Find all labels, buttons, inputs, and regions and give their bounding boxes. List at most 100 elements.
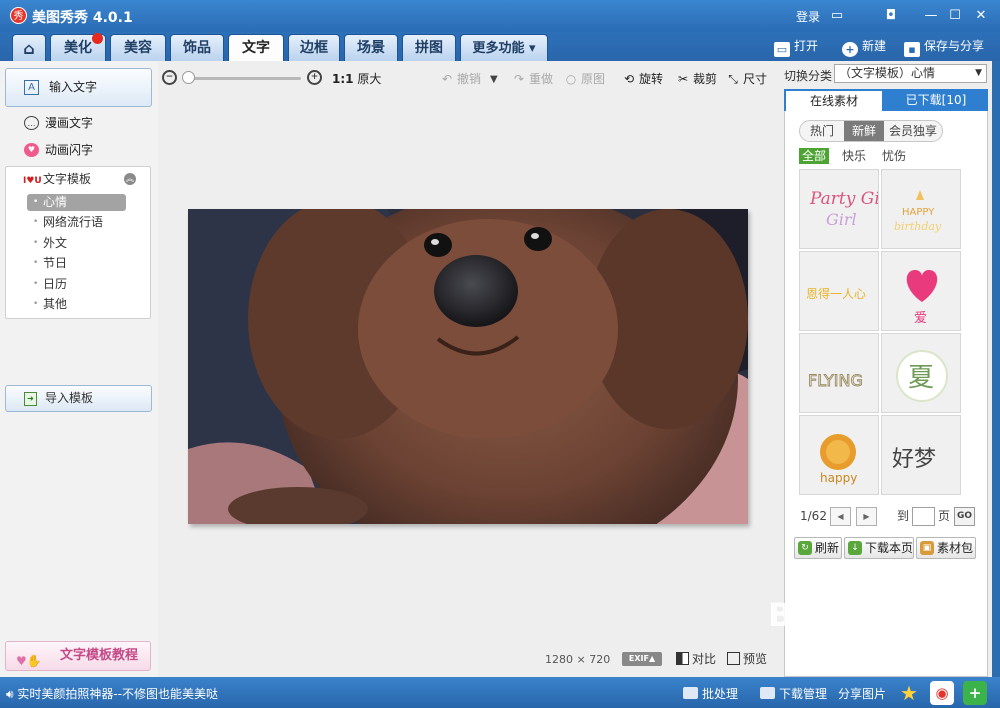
exif-button[interactable]: EXIF▲: [622, 652, 662, 666]
thumb-sweet-dreams[interactable]: 好梦: [881, 415, 961, 495]
watermark-brand: Bai du 经验: [768, 596, 966, 634]
compare-button[interactable]: 对比: [676, 651, 716, 668]
tab-more-features[interactable]: 更多功能 ▾: [460, 34, 548, 61]
input-text-button[interactable]: A 输入文字: [5, 68, 152, 107]
download-manager-button[interactable]: 下载管理: [760, 685, 827, 702]
photo-canvas[interactable]: [188, 209, 748, 524]
thumb-summer[interactable]: 夏: [881, 333, 961, 413]
animated-text-item[interactable]: ♥ 动画闪字: [24, 141, 93, 159]
go-button[interactable]: GO: [954, 507, 975, 526]
tab-online-materials[interactable]: 在线素材: [786, 91, 882, 111]
page-number-input[interactable]: [912, 507, 935, 526]
batch-process-button[interactable]: 批处理: [683, 685, 738, 702]
plus-icon: +: [842, 42, 858, 57]
resize-icon: ⤡: [728, 72, 738, 86]
template-item-internet-slang[interactable]: 网络流行语: [27, 214, 126, 231]
login-link[interactable]: 登录: [796, 8, 820, 25]
tab-home[interactable]: ⌂: [12, 34, 46, 61]
minimize-icon[interactable]: —: [920, 6, 942, 26]
tab-collage[interactable]: 拼图: [402, 34, 456, 61]
zoom-slider-handle[interactable]: [182, 71, 195, 84]
segment-members[interactable]: 会员独享: [884, 121, 942, 141]
zoom-slider[interactable]: [185, 77, 301, 80]
new-button[interactable]: + 新建: [842, 37, 886, 57]
redo-icon: ↷: [513, 72, 525, 86]
category-dropdown[interactable]: （文字模板）心情 ▼: [834, 64, 987, 83]
love-heart-art: 爱: [906, 270, 938, 326]
import-template-button[interactable]: ➜ 导入模板: [5, 385, 152, 412]
preview-button[interactable]: 预览: [727, 651, 767, 668]
tab-frame[interactable]: 边框: [288, 34, 340, 61]
segment-hot[interactable]: 热门: [800, 121, 844, 141]
comic-text-item[interactable]: … 漫画文字: [24, 114, 93, 132]
maximize-icon[interactable]: ☐: [944, 6, 966, 26]
download-page-button[interactable]: ↓ 下载本页: [844, 537, 914, 559]
download-icon: ↓: [848, 541, 862, 555]
tab-label: 美化: [64, 40, 92, 56]
tab-scene[interactable]: 场景: [344, 34, 398, 61]
rotate-icon: ⟲: [623, 72, 635, 86]
tab-beautify[interactable]: 美化: [50, 33, 106, 61]
zoom-out-icon[interactable]: −: [162, 70, 177, 85]
filter-happy[interactable]: 快乐: [842, 148, 866, 164]
template-item-holiday[interactable]: 节日: [27, 255, 126, 272]
thumb-one-heart[interactable]: 恩得一人心: [799, 251, 879, 331]
thumb-party-girl[interactable]: Party Girl Girl: [799, 169, 879, 249]
thumb-flying[interactable]: FLYING: [799, 333, 879, 413]
home-icon: ⌂: [23, 39, 35, 58]
open-button[interactable]: ▭ 打开: [774, 37, 818, 57]
template-item-calendar[interactable]: 日历: [27, 276, 126, 293]
thumb-happy-birthday[interactable]: HAPPY birthday: [881, 169, 961, 249]
zoom-in-icon[interactable]: +: [307, 70, 322, 85]
weibo-icon[interactable]: ◉: [930, 681, 954, 705]
resize-label: 尺寸: [743, 72, 768, 86]
app-logo-icon: 秀: [10, 7, 27, 24]
add-plus-icon[interactable]: +: [963, 681, 987, 705]
main-area: A 输入文字 … 漫画文字 ♥ 动画闪字 I♥U文字模板 ︽ 心情 网络流行语 …: [0, 61, 1000, 696]
template-item-foreign[interactable]: 外文: [27, 235, 126, 252]
undo-history-dropdown[interactable]: ▼: [490, 71, 498, 88]
share-picture-button[interactable]: 分享图片: [838, 685, 886, 702]
promo-message[interactable]: 🔊︎ 实时美颜拍照神器--不修图也能美美哒: [6, 685, 218, 702]
next-page-button[interactable]: ▶: [856, 507, 877, 526]
segment-new[interactable]: 新鲜: [844, 121, 884, 141]
text-template-tutorial-button[interactable]: ♥✋♥ 文字模板教程: [5, 641, 151, 696]
skin-icon[interactable]: ◘: [880, 6, 902, 26]
download-manager-icon: [760, 687, 775, 699]
prev-page-button[interactable]: ◀: [830, 507, 851, 526]
resize-button[interactable]: ⤡ 尺寸: [726, 71, 767, 88]
tab-text[interactable]: 文字: [228, 34, 284, 62]
original-image-button[interactable]: ○ 原图: [564, 71, 605, 88]
filter-sad[interactable]: 忧伤: [882, 148, 906, 164]
refresh-button[interactable]: ↻ 刷新: [794, 537, 842, 559]
crop-button[interactable]: ✂ 裁剪: [676, 71, 717, 88]
category-value: （文字模板）心情: [839, 66, 936, 80]
window-edge: [992, 61, 1000, 677]
tab-downloaded[interactable]: 已下载[10]: [884, 89, 988, 111]
original-size-label: 原大: [357, 72, 382, 86]
template-item-other[interactable]: 其他: [27, 296, 126, 313]
thumb-happy-flower[interactable]: happy: [799, 415, 879, 495]
rotate-button[interactable]: ⟲ 旋转: [622, 71, 663, 88]
refresh-label: 刷新: [815, 541, 840, 555]
text-template-header[interactable]: I♥U文字模板: [23, 171, 91, 187]
right-panel: 切换分类 （文字模板）心情 ▼ 在线素材 已下载[10] 热门 新鲜 会员独享 …: [780, 61, 992, 677]
template-item-mood[interactable]: 心情: [27, 194, 126, 211]
tab-face[interactable]: 美容: [110, 34, 166, 61]
star-icon[interactable]: ★: [897, 681, 921, 705]
feedback-icon[interactable]: ▭: [826, 6, 848, 26]
material-pack-button[interactable]: ▣ 素材包: [916, 537, 976, 559]
original-size-button[interactable]: 1:1 原大: [332, 71, 381, 88]
undo-button[interactable]: ↶ 撤销: [440, 71, 481, 88]
redo-button[interactable]: ↷ 重做: [512, 71, 553, 88]
filter-all[interactable]: 全部: [799, 148, 830, 164]
thumb-love-heart[interactable]: 爱: [881, 251, 961, 331]
batch-label: 批处理: [702, 687, 739, 701]
import-icon: ➜: [24, 392, 37, 406]
save-share-button[interactable]: ▪ 保存与分享: [904, 37, 984, 57]
happy-flower-art: happy: [820, 434, 857, 485]
page-suffix-label: 页: [938, 509, 951, 523]
collapse-icon[interactable]: ︽: [124, 173, 136, 185]
tab-accessories[interactable]: 饰品: [170, 34, 224, 61]
close-icon[interactable]: ✕: [970, 6, 992, 26]
